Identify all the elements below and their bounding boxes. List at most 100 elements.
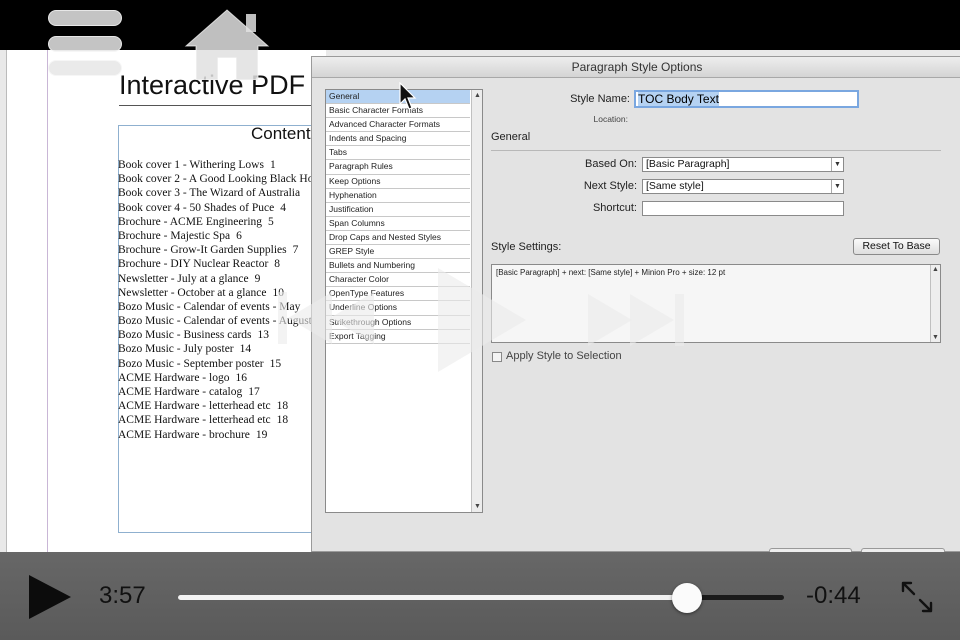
next-style-label: Next Style: <box>583 180 637 192</box>
toc-entry-text: Bozo Music - Business cards <box>118 329 252 342</box>
category-item[interactable]: Tabs <box>326 146 470 161</box>
toc-entry: Newsletter - July at a glance 9 <box>118 272 333 286</box>
location-label: Location: <box>593 114 629 124</box>
toc-entry-page: 14 <box>239 343 252 356</box>
category-item[interactable]: Hyphenation <box>326 189 470 203</box>
toc-entry-page: 6 <box>236 229 242 242</box>
toc-entry: Book cover 4 - 50 Shades of Puce 4 <box>118 201 333 215</box>
toc-entry-page: 8 <box>274 258 281 271</box>
toc-entry-page: 9 <box>254 272 261 285</box>
toc-entry-text: ACME Hardware - logo <box>118 371 230 384</box>
dialog-title: Paragraph Style Options <box>312 57 960 78</box>
fullscreen-icon[interactable] <box>900 580 934 614</box>
top-bar <box>0 0 960 50</box>
progress-track[interactable] <box>178 583 784 613</box>
toc-entry-text: Bozo Music - Calendar of events - May <box>118 300 301 313</box>
play-icon[interactable] <box>28 574 72 620</box>
style-name-input[interactable]: TOC Body Text <box>634 90 859 108</box>
next-icon[interactable] <box>586 292 686 348</box>
style-name-label: Style Name: <box>570 93 630 105</box>
chevron-down-icon: ▼ <box>831 180 843 193</box>
toc-entry-page: 18 <box>276 400 289 413</box>
previous-icon[interactable] <box>276 288 376 348</box>
toc-entry: Book cover 2 - A Good Looking Black Ho <box>118 172 333 186</box>
toc-entry-page: 1 <box>269 159 276 171</box>
menu-icon[interactable] <box>48 10 124 78</box>
scroll-down-icon[interactable]: ▼ <box>932 334 939 341</box>
scroll-down-icon[interactable]: ▼ <box>473 502 482 511</box>
toc-entry: Brochure - DIY Nuclear Reactor 8 <box>118 257 333 271</box>
category-item[interactable]: General <box>326 90 470 105</box>
toc-entry-page: 15 <box>269 357 282 370</box>
category-item[interactable]: Justification <box>326 203 470 217</box>
scroll-up-icon[interactable]: ▲ <box>473 91 482 100</box>
next-style-select[interactable]: [Same style] ▼ <box>642 179 844 194</box>
shortcut-label: Shortcut: <box>592 202 637 214</box>
toc-entry-page: 19 <box>255 428 268 441</box>
toc-entry-text: Brochure - Majestic Spa <box>118 229 231 242</box>
toc-entry-text: Newsletter - July at a glance <box>118 272 249 285</box>
toc-entry-text: Book cover 3 - The Wizard of Australia <box>118 187 301 200</box>
toc-entry-text: Newsletter - October at a glance <box>118 286 267 299</box>
shortcut-input[interactable] <box>642 201 844 216</box>
toc-entry-page: 16 <box>235 371 247 384</box>
style-name-value: TOC Body Text <box>638 92 719 106</box>
category-item[interactable]: Indents and Spacing <box>326 132 470 147</box>
toc-entry-page: 5 <box>268 215 274 228</box>
based-on-value: [Basic Paragraph] <box>646 158 730 170</box>
category-item[interactable]: Basic Character Formats <box>326 104 470 119</box>
category-item[interactable]: Advanced Character Formats <box>326 118 470 133</box>
style-settings-label: Style Settings: <box>491 241 562 253</box>
category-item[interactable]: Drop Caps and Nested Styles <box>326 231 470 246</box>
toc-entry: ACME Hardware - catalog 17 <box>118 385 333 399</box>
title-rule <box>119 105 329 106</box>
category-item[interactable]: Keep Options <box>326 175 470 189</box>
toc-entry-page: 4 <box>280 201 286 214</box>
toc-entry-text: Bozo Music - July poster <box>118 343 234 356</box>
toc-entry-text: Book cover 4 - 50 Shades of Puce <box>118 201 275 214</box>
toc-entry-text: Book cover 2 - A Good Looking Black Ho <box>118 173 314 186</box>
contents-heading: Content <box>251 124 311 143</box>
toc-entry-text: Brochure - Grow-It Garden Supplies <box>118 244 287 257</box>
toc-entry-page: 18 <box>276 414 289 427</box>
home-icon[interactable] <box>184 8 270 80</box>
remaining-time: -0:44 <box>806 582 861 609</box>
toc-entry: ACME Hardware - logo 16 <box>118 371 333 385</box>
toc-entry: Book cover 3 - The Wizard of Australia <box>118 186 333 200</box>
toc-entry-text: ACME Hardware - brochure <box>118 428 250 441</box>
toc-entry: Bozo Music - September poster 15 <box>118 357 333 371</box>
scroll-up-icon[interactable]: ▲ <box>932 266 939 273</box>
toc-entry: Brochure - Grow-It Garden Supplies 7 <box>118 243 333 257</box>
settings-scrollbar[interactable]: ▲ ▼ <box>930 265 940 342</box>
based-on-select[interactable]: [Basic Paragraph] ▼ <box>642 157 844 172</box>
reset-to-base-button[interactable]: Reset To Base <box>853 238 940 255</box>
toc-entry: ACME Hardware - letterhead etc 18 <box>118 399 333 413</box>
toc-entry-text: Book cover 1 - Withering Lows <box>118 159 264 171</box>
toc-entry: Book cover 1 - Withering Lows 1 <box>118 158 333 172</box>
based-on-label: Based On: <box>585 158 637 170</box>
category-item[interactable]: Paragraph Rules <box>326 160 470 175</box>
toc-entry-page: 17 <box>248 386 260 398</box>
toc-entry: Brochure - ACME Engineering 5 <box>118 215 333 229</box>
toc-entry-text: ACME Hardware - letterhead etc <box>118 414 271 427</box>
toc-entry-text: Brochure - ACME Engineering <box>118 215 263 228</box>
category-item[interactable]: Span Columns <box>326 217 470 231</box>
toc-entry-page: 13 <box>257 329 270 342</box>
toc-entry: Brochure - Majestic Spa 6 <box>118 229 333 243</box>
next-style-value: [Same style] <box>646 180 704 192</box>
category-item[interactable]: GREP Style <box>326 245 470 260</box>
elapsed-time: 3:57 <box>99 582 146 609</box>
scrubber-handle[interactable] <box>672 583 703 613</box>
section-heading: General <box>491 131 531 143</box>
toc-entry-text: ACME Hardware - catalog <box>118 386 243 398</box>
toc-entry-page: 7 <box>292 244 299 257</box>
section-divider <box>491 150 941 151</box>
play-icon[interactable] <box>434 264 530 376</box>
margin-guide <box>47 50 48 552</box>
toc-entry-text: Bozo Music - September poster <box>118 357 264 370</box>
style-settings-box: [Basic Paragraph] + next: [Same style] +… <box>491 264 941 343</box>
toc-entry-text: ACME Hardware - letterhead etc <box>118 400 271 413</box>
style-settings-text: [Basic Paragraph] + next: [Same style] +… <box>496 268 726 277</box>
chevron-down-icon: ▼ <box>831 158 843 171</box>
progress-fill <box>178 595 688 600</box>
